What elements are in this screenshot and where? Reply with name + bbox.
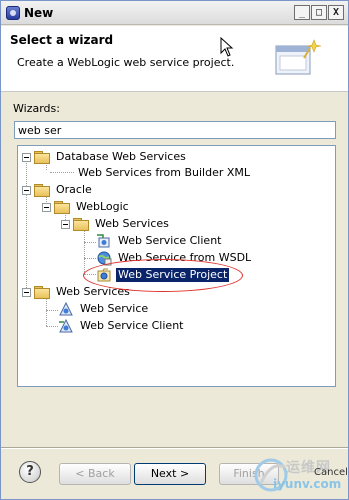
app-icon — [6, 6, 20, 20]
folder-icon — [34, 286, 50, 299]
page-title: Select a wizard — [10, 33, 114, 47]
tree-guide — [46, 326, 58, 327]
collapse-toggle-icon[interactable] — [22, 287, 31, 297]
tree-guide — [26, 160, 27, 294]
tree-guide — [84, 230, 85, 274]
tree-item-label: Web Service Client — [118, 234, 222, 247]
tree-item-label: Web Service Client — [80, 319, 184, 332]
new-wizard-dialog: New _ □ X Select a wizard Create a WebLo… — [0, 0, 349, 500]
collapse-toggle-icon[interactable] — [22, 185, 31, 195]
tree-item-oracle[interactable]: Oracle — [22, 182, 94, 198]
tree-item-web-service[interactable]: Web Service — [58, 301, 150, 317]
tree-item-label: Oracle — [56, 183, 92, 196]
title-bar[interactable]: New _ □ X — [1, 1, 348, 25]
web-service-icon — [59, 301, 73, 316]
tree-guide — [46, 298, 47, 326]
collapse-toggle-icon[interactable] — [42, 202, 51, 212]
wizard-filter-input[interactable] — [14, 121, 336, 139]
tree-item-web-service-client[interactable]: Web Service Client — [58, 318, 185, 334]
wizard-banner-icon — [275, 39, 322, 75]
folder-icon — [34, 151, 50, 164]
tree-item-label: Web Services — [95, 217, 169, 230]
annotation-ellipse — [83, 259, 243, 292]
folder-icon — [34, 184, 50, 197]
tree-guide — [84, 258, 96, 259]
next-button[interactable]: Next > — [134, 463, 206, 485]
close-button[interactable]: X — [328, 5, 344, 20]
back-button[interactable]: < Back — [59, 463, 131, 485]
tree-item-weblogic[interactable]: WebLogic — [42, 199, 131, 215]
window-title: New — [24, 6, 54, 20]
folder-icon — [54, 201, 70, 214]
tree-item-label: WebLogic — [76, 200, 129, 213]
watermark-url: iyunv.com — [273, 477, 342, 491]
tree-item-database-web-services[interactable]: Database Web Services — [22, 149, 188, 165]
mouse-cursor-icon — [220, 37, 234, 57]
web-service-client-icon — [59, 318, 73, 333]
tree-item-label: Web Services from Builder XML — [78, 166, 251, 179]
maximize-button[interactable]: □ — [311, 5, 327, 20]
wizards-label: Wizards: — [13, 102, 60, 115]
folder-icon — [73, 218, 89, 231]
tree-guide — [46, 310, 58, 311]
help-button[interactable]: ? — [19, 461, 41, 483]
minimize-button[interactable]: _ — [294, 5, 310, 20]
collapse-toggle-icon[interactable] — [22, 152, 31, 162]
tree-item-label: Database Web Services — [56, 150, 186, 163]
collapse-toggle-icon[interactable] — [61, 219, 70, 229]
bottom-separator — [1, 447, 348, 449]
web-service-client-icon — [97, 234, 110, 248]
tree-item-ws-client[interactable]: Web Service Client — [96, 233, 223, 249]
tree-item-label: Web Service — [80, 302, 149, 315]
wizard-header: Select a wizard Create a WebLogic web se… — [1, 26, 348, 92]
page-description: Create a WebLogic web service project. — [17, 56, 235, 69]
tree-item-weblogic-web-services[interactable]: Web Services — [61, 216, 171, 232]
tree-guide — [84, 242, 96, 243]
tree-item-ws-from-builder-xml[interactable]: Web Services from Builder XML — [76, 165, 252, 181]
cancel-button[interactable]: Cancel — [314, 467, 348, 478]
tree-guide — [50, 172, 74, 173]
